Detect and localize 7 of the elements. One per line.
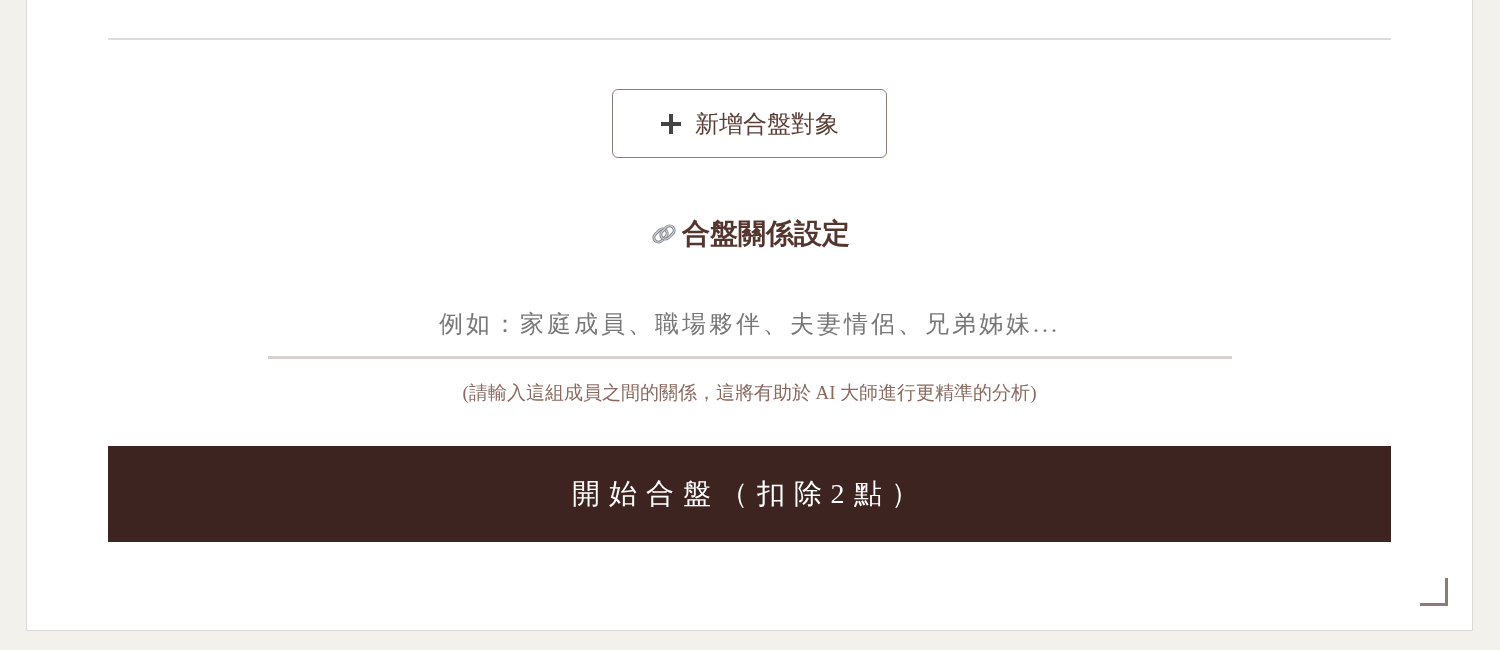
- hint-text: (請輸入這組成員之間的關係，這將有助於 AI 大師進行更精準的分析): [462, 382, 1037, 403]
- section-title: 合盤關係設定: [681, 217, 850, 251]
- add-partner-button[interactable]: 新增合盤對象: [612, 89, 887, 158]
- start-button[interactable]: 開始合盤（扣除2點）: [108, 445, 1391, 542]
- plus-icon: [660, 113, 681, 134]
- relationship-input-field[interactable]: 例如：家庭成員、職場夥伴、夫妻情侶、兄弟姊妹...: [267, 293, 1232, 359]
- corner-bracket-icon: [1420, 578, 1448, 606]
